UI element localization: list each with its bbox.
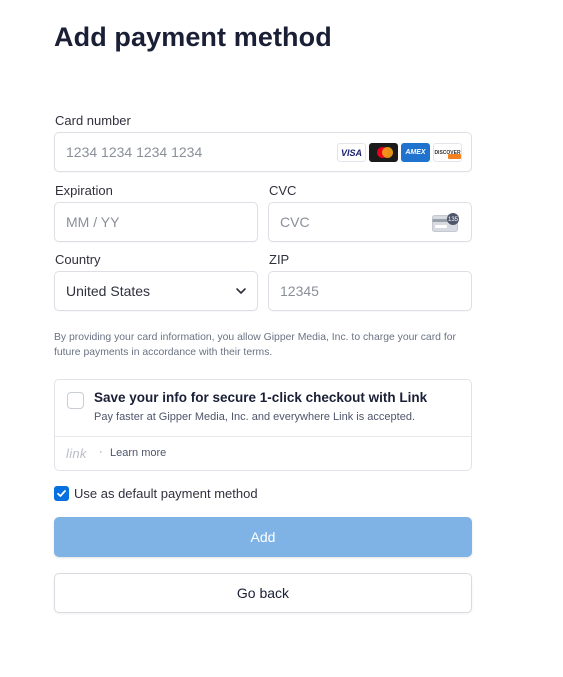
chevron-down-icon — [236, 288, 246, 294]
expiration-placeholder: MM / YY — [66, 214, 120, 230]
svg-text:135: 135 — [448, 217, 459, 223]
zip-placeholder: 12345 — [280, 283, 319, 299]
expiration-field[interactable]: MM / YY — [54, 202, 258, 242]
expiration-label: Expiration — [55, 183, 113, 198]
amex-icon: AMEX — [401, 143, 430, 162]
cvc-label: CVC — [269, 183, 297, 198]
default-method-label[interactable]: Use as default payment method — [74, 486, 258, 501]
discover-icon: DISCOVER — [433, 143, 462, 162]
learn-more-link[interactable]: Learn more — [110, 447, 166, 459]
link-save-title: Save your info for secure 1-click checko… — [94, 390, 428, 405]
link-logo: link — [66, 446, 87, 461]
zip-label: ZIP — [269, 252, 290, 267]
checkmark-icon — [57, 490, 66, 497]
country-label: Country — [55, 252, 101, 267]
visa-icon: VISA — [337, 143, 366, 162]
page-title: Add payment method — [54, 22, 332, 52]
card-number-label: Card number — [55, 113, 131, 128]
default-method-checkbox[interactable] — [54, 486, 69, 501]
link-save-box: Save your info for secure 1-click checko… — [54, 379, 472, 471]
mastercard-icon — [369, 143, 398, 162]
country-select[interactable]: United States — [54, 271, 258, 311]
separator-dot: · — [99, 446, 103, 458]
cvc-placeholder: CVC — [280, 214, 310, 230]
link-save-row[interactable]: Save your info for secure 1-click checko… — [55, 380, 471, 437]
link-save-checkbox[interactable] — [67, 392, 84, 409]
add-button[interactable]: Add — [54, 517, 472, 557]
country-value: United States — [66, 283, 151, 299]
go-back-button[interactable]: Go back — [54, 573, 472, 613]
link-save-subtitle: Pay faster at Gipper Media, Inc. and eve… — [94, 411, 415, 423]
card-number-placeholder: 1234 1234 1234 1234 — [66, 144, 203, 160]
zip-field[interactable]: 12345 — [268, 271, 472, 311]
card-brands: VISA AMEX DISCOVER — [337, 143, 462, 162]
add-payment-method-page: Add payment method Card number 1234 1234… — [0, 0, 563, 677]
authorization-notice: By providing your card information, you … — [54, 332, 456, 358]
card-back-cvc-icon: 135 — [432, 213, 459, 232]
cvc-field[interactable]: CVC 135 — [268, 202, 472, 242]
card-number-field[interactable]: 1234 1234 1234 1234 VISA AMEX DISCOVER — [54, 132, 472, 172]
